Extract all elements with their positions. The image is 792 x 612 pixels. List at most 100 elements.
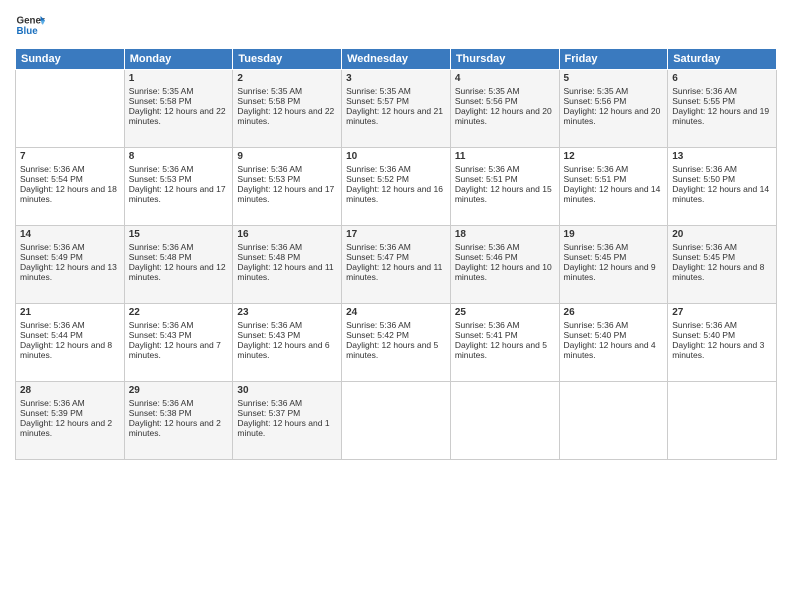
daylight-text: Daylight: 12 hours and 13 minutes. [20,262,120,282]
daylight-text: Daylight: 12 hours and 14 minutes. [672,184,772,204]
day-cell [559,382,668,460]
header-cell-saturday: Saturday [668,49,777,70]
sunrise-text: Sunrise: 5:36 AM [129,320,229,330]
sunset-text: Sunset: 5:41 PM [455,330,555,340]
daylight-text: Daylight: 12 hours and 20 minutes. [455,106,555,126]
day-cell: 30 Sunrise: 5:36 AMSunset: 5:37 PMDayligh… [233,382,342,460]
day-cell [342,382,451,460]
sunset-text: Sunset: 5:39 PM [20,408,120,418]
day-number: 7 [20,151,120,162]
day-number: 11 [455,151,555,162]
svg-text:Blue: Blue [17,26,39,37]
daylight-text: Daylight: 12 hours and 5 minutes. [346,340,446,360]
daylight-text: Daylight: 12 hours and 11 minutes. [237,262,337,282]
sunset-text: Sunset: 5:50 PM [672,174,772,184]
day-cell: 1Sunrise: 5:35 AMSunset: 5:58 PMDaylight… [124,70,233,148]
day-cell: 14Sunrise: 5:36 AMSunset: 5:49 PMDayligh… [16,226,125,304]
sunset-text: Sunset: 5:46 PM [455,252,555,262]
day-cell: 22 Sunrise: 5:36 AMSunset: 5:43 PMDayligh… [124,304,233,382]
daylight-text: Daylight: 12 hours and 2 minutes. [129,418,229,438]
day-number: 27 [672,307,772,318]
day-cell: 2Sunrise: 5:35 AMSunset: 5:58 PMDaylight… [233,70,342,148]
sunrise-text: Sunrise: 5:36 AM [564,242,664,252]
sunrise-text: Sunrise: 5:36 AM [672,86,772,96]
sunset-text: Sunset: 5:43 PM [129,330,229,340]
day-number: 12 [564,151,664,162]
sunset-text: Sunset: 5:58 PM [129,96,229,106]
day-number: 2 [237,73,337,84]
header-cell-wednesday: Wednesday [342,49,451,70]
day-cell: 23Sunrise: 5:36 AMSunset: 5:43 PMDayligh… [233,304,342,382]
daylight-text: Daylight: 12 hours and 14 minutes. [564,184,664,204]
header-cell-monday: Monday [124,49,233,70]
daylight-text: Daylight: 12 hours and 1 minute. [237,418,337,438]
day-number: 24 [346,307,446,318]
sunset-text: Sunset: 5:53 PM [129,174,229,184]
daylight-text: Daylight: 12 hours and 10 minutes. [455,262,555,282]
sunrise-text: Sunrise: 5:36 AM [237,164,337,174]
sunset-text: Sunset: 5:57 PM [346,96,446,106]
daylight-text: Daylight: 12 hours and 8 minutes. [672,262,772,282]
day-number: 22 [129,307,229,318]
day-number: 3 [346,73,446,84]
sunrise-text: Sunrise: 5:36 AM [346,320,446,330]
sunset-text: Sunset: 5:54 PM [20,174,120,184]
sunrise-text: Sunrise: 5:35 AM [455,86,555,96]
daylight-text: Daylight: 12 hours and 8 minutes. [20,340,120,360]
day-number: 21 [20,307,120,318]
sunset-text: Sunset: 5:40 PM [672,330,772,340]
sunrise-text: Sunrise: 5:36 AM [237,398,337,408]
day-cell: 10Sunrise: 5:36 AMSunset: 5:52 PMDayligh… [342,148,451,226]
day-number: 15 [129,229,229,240]
header-cell-tuesday: Tuesday [233,49,342,70]
header: General Blue [15,10,777,40]
day-cell: 21Sunrise: 5:36 AMSunset: 5:44 PMDayligh… [16,304,125,382]
sunset-text: Sunset: 5:56 PM [564,96,664,106]
sunset-text: Sunset: 5:40 PM [564,330,664,340]
daylight-text: Daylight: 12 hours and 17 minutes. [129,184,229,204]
sunrise-text: Sunrise: 5:36 AM [455,242,555,252]
day-cell [668,382,777,460]
daylight-text: Daylight: 12 hours and 22 minutes. [129,106,229,126]
daylight-text: Daylight: 12 hours and 5 minutes. [455,340,555,360]
sunrise-text: Sunrise: 5:36 AM [346,164,446,174]
sunrise-text: Sunrise: 5:36 AM [564,320,664,330]
day-number: 16 [237,229,337,240]
day-cell: 25Sunrise: 5:36 AMSunset: 5:41 PMDayligh… [450,304,559,382]
daylight-text: Daylight: 12 hours and 2 minutes. [20,418,120,438]
day-cell: 8 Sunrise: 5:36 AMSunset: 5:53 PMDaylight… [124,148,233,226]
header-cell-sunday: Sunday [16,49,125,70]
daylight-text: Daylight: 12 hours and 15 minutes. [455,184,555,204]
day-cell: 13Sunrise: 5:36 AMSunset: 5:50 PMDayligh… [668,148,777,226]
day-number: 20 [672,229,772,240]
day-number: 8 [129,151,229,162]
day-cell: 29Sunrise: 5:36 AMSunset: 5:38 PMDayligh… [124,382,233,460]
day-number: 30 [237,385,337,396]
sunrise-text: Sunrise: 5:36 AM [20,398,120,408]
sunrise-text: Sunrise: 5:35 AM [346,86,446,96]
sunrise-text: Sunrise: 5:36 AM [672,320,772,330]
day-number: 17 [346,229,446,240]
sunset-text: Sunset: 5:51 PM [455,174,555,184]
calendar-table: SundayMondayTuesdayWednesdayThursdayFrid… [15,48,777,460]
day-number: 5 [564,73,664,84]
sunset-text: Sunset: 5:37 PM [237,408,337,418]
day-number: 28 [20,385,120,396]
day-cell: 20Sunrise: 5:36 AMSunset: 5:45 PMDayligh… [668,226,777,304]
sunrise-text: Sunrise: 5:36 AM [129,242,229,252]
header-cell-thursday: Thursday [450,49,559,70]
day-cell [450,382,559,460]
sunset-text: Sunset: 5:45 PM [672,252,772,262]
sunset-text: Sunset: 5:45 PM [564,252,664,262]
day-cell: 19Sunrise: 5:36 AMSunset: 5:45 PMDayligh… [559,226,668,304]
day-number: 6 [672,73,772,84]
daylight-text: Daylight: 12 hours and 9 minutes. [564,262,664,282]
sunset-text: Sunset: 5:55 PM [672,96,772,106]
sunrise-text: Sunrise: 5:36 AM [564,164,664,174]
sunrise-text: Sunrise: 5:36 AM [129,164,229,174]
day-cell: 16Sunrise: 5:36 AMSunset: 5:48 PMDayligh… [233,226,342,304]
sunset-text: Sunset: 5:49 PM [20,252,120,262]
week-row-2: 7 Sunrise: 5:36 AM Sunset: 5:54 PM Daylight… [16,148,777,226]
daylight-text: Daylight: 12 hours and 7 minutes. [129,340,229,360]
daylight-text: Daylight: 12 hours and 19 minutes. [672,106,772,126]
